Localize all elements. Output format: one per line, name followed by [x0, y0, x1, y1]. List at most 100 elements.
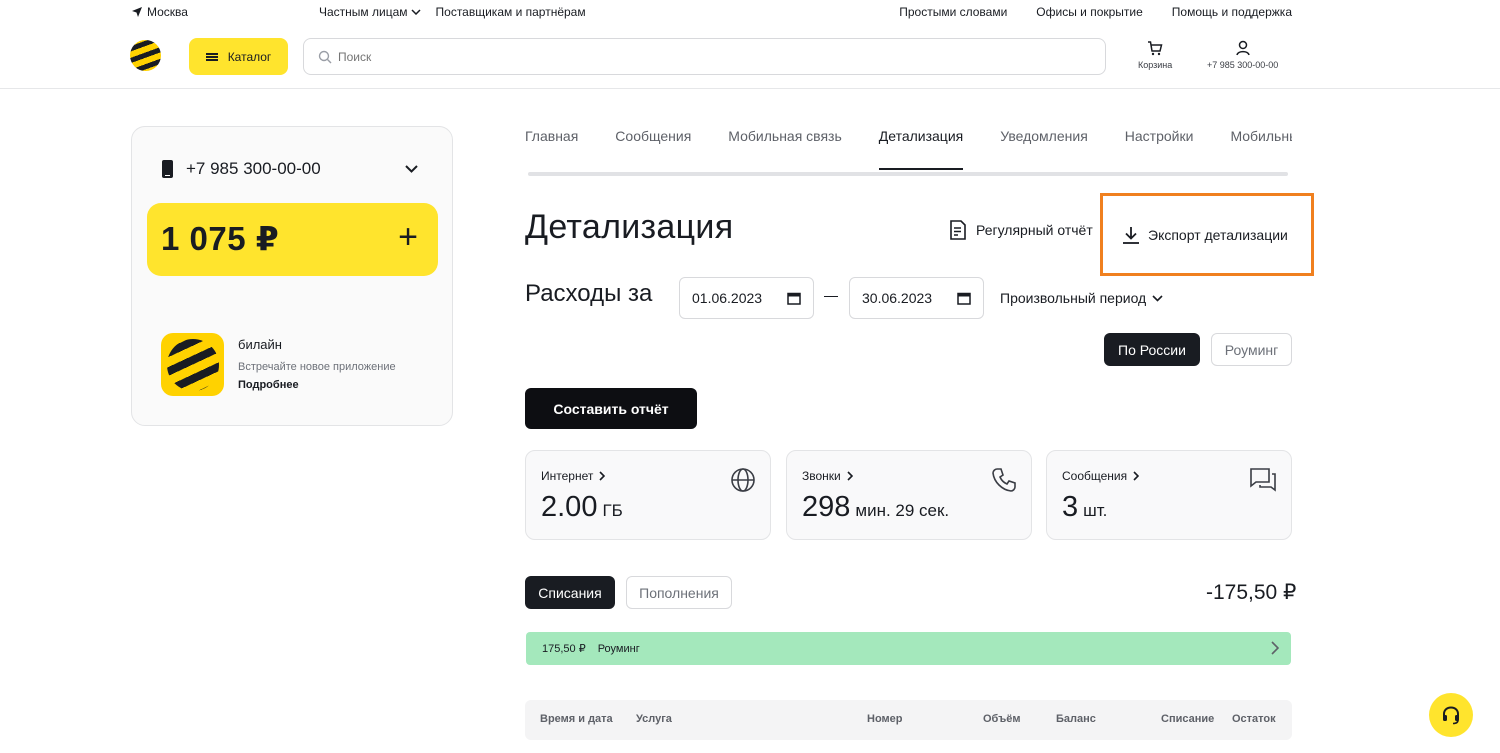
tab-main[interactable]: Главная	[525, 126, 578, 170]
chevron-right-icon	[1133, 471, 1140, 481]
regular-report-button[interactable]: Регулярный отчёт	[949, 220, 1093, 240]
stat-messages-value: 3	[1062, 491, 1079, 523]
chevron-down-icon[interactable]	[405, 165, 418, 173]
tab-mobile[interactable]: Мобильная связь	[728, 126, 841, 170]
stat-calls-unit: мин. 29 сек.	[855, 501, 950, 520]
stat-calls[interactable]: Звонки 298 мин. 29 сек.	[786, 450, 1032, 540]
cart-button[interactable]: Корзина	[1138, 40, 1172, 70]
app-promo-link[interactable]: Подробнее	[238, 379, 396, 391]
link-simple-words[interactable]: Простыми словами	[899, 5, 1007, 19]
period-label: Произвольный период	[1000, 290, 1147, 306]
segment-partners[interactable]: Поставщикам и партнёрам	[436, 5, 586, 19]
download-icon	[1123, 226, 1139, 244]
transaction-row[interactable]: 175,50 ₽ Роуминг	[526, 632, 1291, 665]
column-header[interactable]: Баланс	[1056, 713, 1096, 725]
stat-calls-label: Звонки	[802, 469, 841, 483]
account-button[interactable]: +7 985 300-00-00	[1207, 40, 1278, 70]
headset-icon	[1443, 706, 1459, 725]
city-label: Москва	[147, 5, 188, 19]
tab-messages[interactable]: Сообщения	[615, 126, 691, 170]
date-from-value: 01.06.2023	[692, 290, 763, 306]
app-promo-title: билайн	[238, 337, 282, 352]
chevron-right-icon	[847, 471, 853, 481]
section-tabs: Главная Сообщения Мобильная связь Детали…	[525, 126, 1292, 176]
chevron-down-icon	[1152, 294, 1163, 302]
chevron-down-icon	[410, 9, 421, 15]
expenses-label: Расходы за	[525, 280, 653, 307]
tab-mobile-id[interactable]: Мобильный ID	[1230, 126, 1292, 170]
search-input[interactable]	[338, 49, 1038, 64]
search-icon	[318, 50, 332, 63]
document-icon	[950, 220, 966, 240]
table-header: Время и дата Услуга Номер Объём Баланс С…	[525, 700, 1292, 740]
stat-messages[interactable]: Сообщения 3 шт.	[1046, 450, 1292, 540]
beeline-logo[interactable]	[130, 40, 161, 71]
location-arrow-icon	[132, 7, 142, 17]
globe-icon	[731, 468, 755, 492]
header: Каталог Корзина +7 985 300-00-00	[0, 24, 1500, 89]
make-report-button[interactable]: Составить отчёт	[525, 388, 697, 429]
stat-internet-unit: ГБ	[602, 501, 623, 520]
balance-amount: 1 075 ₽	[161, 220, 280, 257]
top-bar: Москва Частным лицам Поставщикам и партн…	[0, 0, 1500, 24]
chevron-right-icon	[599, 471, 606, 481]
support-chat-button[interactable]	[1429, 693, 1473, 737]
stat-internet[interactable]: Интернет 2.00 ГБ	[525, 450, 771, 540]
date-from-field[interactable]: 01.06.2023	[679, 277, 814, 319]
catalog-label: Каталог	[227, 49, 272, 64]
search-box[interactable]	[303, 38, 1106, 75]
column-header[interactable]: Остаток	[1232, 713, 1276, 725]
cart-label: Корзина	[1138, 60, 1173, 70]
column-header[interactable]: Номер	[867, 713, 903, 725]
segment-private[interactable]: Частным лицам	[319, 5, 421, 19]
link-offices[interactable]: Офисы и покрытие	[1036, 5, 1143, 19]
column-header[interactable]: Объём	[983, 713, 1020, 725]
account-label: +7 985 300-00-00	[1207, 60, 1279, 70]
menu-icon	[205, 52, 218, 61]
date-range-separator	[824, 296, 838, 297]
chat-icon	[1250, 468, 1276, 492]
export-details-label: Экспорт детализации	[1148, 226, 1288, 243]
tab-details[interactable]: Детализация	[878, 126, 964, 170]
regular-report-label: Регулярный отчёт	[976, 222, 1093, 238]
date-to-field[interactable]: 30.06.2023	[849, 277, 984, 319]
scope-russia-button[interactable]: По России	[1104, 333, 1200, 366]
transaction-amount: 175,50 ₽	[542, 643, 586, 655]
tabs-scrollbar[interactable]	[528, 172, 1288, 176]
column-header[interactable]: Списание	[1161, 713, 1214, 725]
tab-debits[interactable]: Списания	[525, 576, 615, 609]
column-header[interactable]: Время и дата	[540, 713, 613, 725]
tab-settings[interactable]: Настройки	[1125, 126, 1194, 170]
date-to-value: 30.06.2023	[862, 290, 933, 306]
app-promo[interactable]: билайн Встречайте новое приложение Подро…	[161, 333, 396, 396]
user-icon	[1235, 40, 1250, 56]
scope-roaming-button[interactable]: Роуминг	[1211, 333, 1292, 366]
phone-selector[interactable]: +7 985 300-00-00	[162, 159, 321, 179]
cart-icon	[1148, 41, 1163, 56]
stat-internet-label: Интернет	[541, 469, 594, 483]
stat-calls-value: 298	[802, 491, 851, 523]
balance-card: 1 075 ₽ +	[147, 203, 438, 276]
stat-messages-unit: шт.	[1083, 501, 1108, 520]
calendar-icon	[957, 292, 971, 305]
column-header[interactable]: Услуга	[636, 713, 672, 725]
tab-credits[interactable]: Пополнения	[626, 576, 732, 609]
app-promo-subtitle: Встречайте новое приложение	[238, 361, 396, 373]
link-help[interactable]: Помощь и поддержка	[1172, 5, 1292, 19]
catalog-button[interactable]: Каталог	[189, 38, 288, 75]
city-selector[interactable]: Москва	[131, 5, 188, 19]
export-details-button[interactable]: Экспорт детализации	[1100, 193, 1314, 276]
total-amount: -175,50 ₽	[1206, 581, 1297, 604]
page-title: Детализация	[525, 208, 734, 246]
calendar-icon	[787, 292, 801, 305]
phone-number: +7 985 300-00-00	[186, 159, 321, 178]
account-card: +7 985 300-00-00 1 075 ₽ + билайн Встреч…	[131, 126, 453, 426]
transaction-type: Роуминг	[597, 642, 640, 655]
tab-notifications[interactable]: Уведомления	[1000, 126, 1088, 170]
period-dropdown[interactable]: Произвольный период	[1000, 290, 1163, 306]
beeline-app-icon	[161, 333, 224, 396]
smartphone-icon	[162, 160, 173, 178]
top-up-button[interactable]: +	[398, 218, 418, 256]
stat-messages-label: Сообщения	[1062, 469, 1128, 483]
phone-call-icon	[992, 468, 1016, 492]
